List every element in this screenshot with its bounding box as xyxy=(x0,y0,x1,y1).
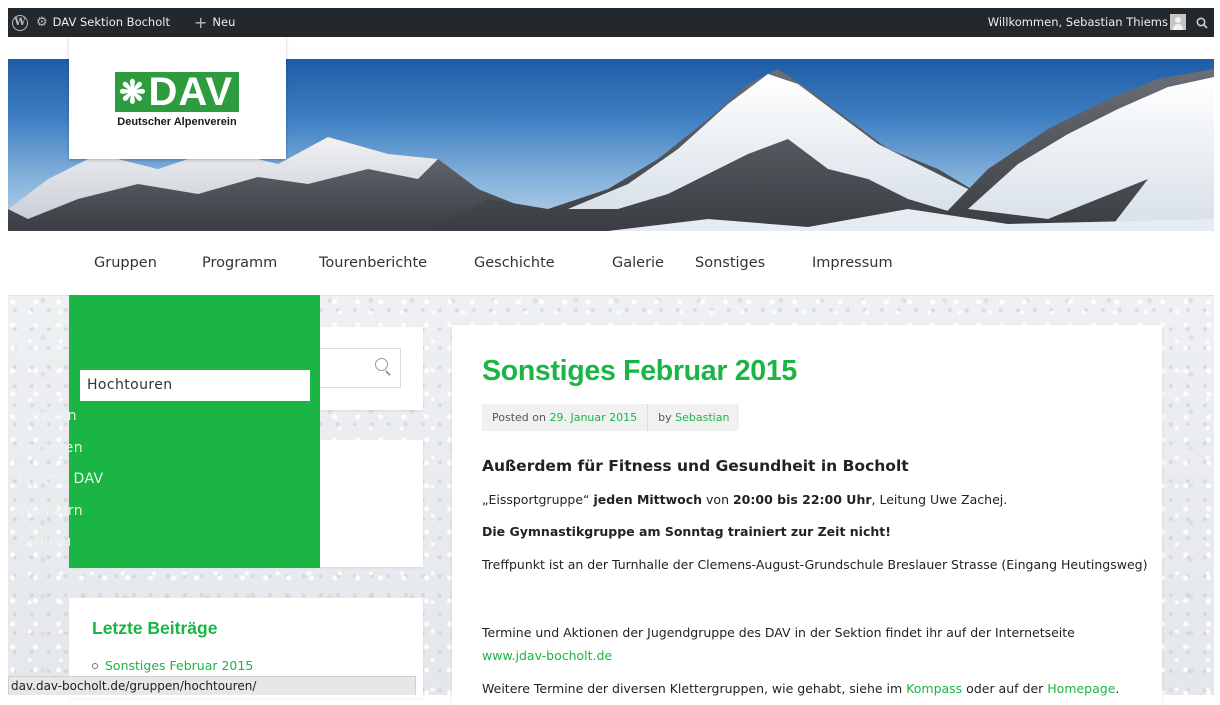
jdav-link[interactable]: www.jdav-bocholt.de xyxy=(482,648,612,663)
admin-site-link[interactable]: ⚙ DAV Sektion Bocholt xyxy=(36,8,170,37)
post-title[interactable]: Sonstiges Februar 2015 xyxy=(482,355,797,388)
p1-bold-mittwoch: jeden Mittwoch xyxy=(593,492,703,507)
dropdown-item-senioren[interactable]: Senioren xyxy=(18,433,83,463)
dropdown-item-wandern[interactable]: Wandern xyxy=(18,496,83,526)
recent-post-link[interactable]: Sonstiges Februar 2015 xyxy=(92,658,253,673)
nav-item-tourenberichte[interactable]: Tourenberichte xyxy=(319,231,427,295)
author-link[interactable]: Sebastian xyxy=(675,411,729,424)
edelweiss-icon: ❋ xyxy=(119,74,147,110)
admin-greeting[interactable]: Willkommen, Sebastian Thiems xyxy=(988,8,1168,37)
nav-item-geschichte[interactable]: Geschichte xyxy=(474,231,555,295)
posted-on: Posted on 29. Januar 2015 xyxy=(482,404,647,431)
p5-text-a: Weitere Termine der diversen Klettergrup… xyxy=(482,681,907,696)
paragraph-kletter: Weitere Termine der diversen Klettergrup… xyxy=(482,681,1119,696)
posted-on-label: Posted on xyxy=(492,411,546,424)
nav-item-sonstiges[interactable]: Sonstiges xyxy=(695,231,765,295)
admin-new-label: Neu xyxy=(212,15,236,29)
kompass-link[interactable]: Kompass xyxy=(906,681,962,696)
search-icon[interactable] xyxy=(375,358,388,371)
dropdown-item-hochtouren[interactable]: Hochtouren xyxy=(80,370,310,401)
post-meta: Posted on 29. Januar 2015 by Sebastian xyxy=(482,404,740,431)
admin-site-name: DAV Sektion Bocholt xyxy=(52,15,170,29)
p5-text-c: . xyxy=(1115,681,1120,696)
logo-subtitle: Deutscher Alpenverein xyxy=(117,116,237,128)
gruppen-dropdown-menu xyxy=(69,295,320,568)
admin-new-link[interactable]: + Neu xyxy=(194,8,235,37)
logo-mark-text: DAV xyxy=(148,70,233,114)
p2-bold: Die Gymnastikgruppe am Sonntag trainiert… xyxy=(482,524,891,539)
p1-bold-time: 20:00 bis 22:00 Uhr xyxy=(732,492,872,507)
avatar[interactable] xyxy=(1170,14,1186,30)
main-navigation: Gruppen Programm Tourenberichte Geschich… xyxy=(8,231,1214,296)
admin-bar: W ⚙ DAV Sektion Bocholt + Neu Willkommen, … xyxy=(8,8,1214,37)
dav-logo-mark: ❋ DAV xyxy=(115,72,239,112)
wordpress-logo-icon[interactable]: W xyxy=(12,8,28,37)
dashboard-icon: ⚙ xyxy=(36,15,48,30)
homepage-link[interactable]: Homepage xyxy=(1047,681,1115,696)
p1-text-e: , Leitung Uwe Zachej. xyxy=(871,492,1008,507)
dropdown-item-fitness[interactable]: Fitness xyxy=(18,338,69,368)
site-logo[interactable]: ❋ DAV Deutscher Alpenverein xyxy=(69,37,286,159)
paragraph-treffpunkt: Treffpunkt ist an der Turnhalle der Clem… xyxy=(482,557,1148,572)
post-article: Sonstiges Februar 2015 Posted on 29. Jan… xyxy=(452,325,1162,705)
p1-text-c: von xyxy=(702,492,733,507)
post-heading: Außerdem für Fitness und Gesundheit in B… xyxy=(482,457,909,475)
recent-post-label: Sonstiges Februar 2015 xyxy=(105,658,254,673)
paragraph-gymnastik: Die Gymnastikgruppe am Sonntag trainiert… xyxy=(482,524,891,539)
paragraph-eissport: „Eissportgruppe“ jeden Mittwoch von 20:0… xyxy=(482,492,1007,507)
dropdown-item-klettern[interactable]: Klettern xyxy=(18,401,77,431)
byline: by Sebastian xyxy=(648,404,739,431)
post-date-link[interactable]: 29. Januar 2015 xyxy=(549,411,637,424)
admin-search-icon[interactable] xyxy=(1196,8,1208,37)
p1-text-a: „Eissportgruppe“ xyxy=(482,492,594,507)
nav-item-galerie[interactable]: Galerie xyxy=(612,231,664,295)
dropdown-item-familie[interactable]: Familie xyxy=(18,306,70,336)
browser-status-bar: dav.dav-bocholt.de/gruppen/hochtouren/ xyxy=(8,676,416,695)
by-label: by xyxy=(658,411,672,424)
bullet-icon xyxy=(92,662,98,669)
dropdown-item-jugend-dav[interactable]: Jugend DAV xyxy=(18,464,104,494)
nav-item-programm[interactable]: Programm xyxy=(202,231,277,295)
dropdown-item-gronau[interactable]: Gronau xyxy=(18,527,72,557)
nav-item-gruppen[interactable]: Gruppen xyxy=(94,231,157,295)
paragraph-jugend: Termine und Aktionen der Jugendgruppe de… xyxy=(482,625,1075,640)
nav-item-impressum[interactable]: Impressum xyxy=(812,231,893,295)
recent-posts-title: Letzte Beiträge xyxy=(92,618,218,638)
p5-text-b: oder auf der xyxy=(962,681,1048,696)
plus-icon: + xyxy=(194,13,208,32)
